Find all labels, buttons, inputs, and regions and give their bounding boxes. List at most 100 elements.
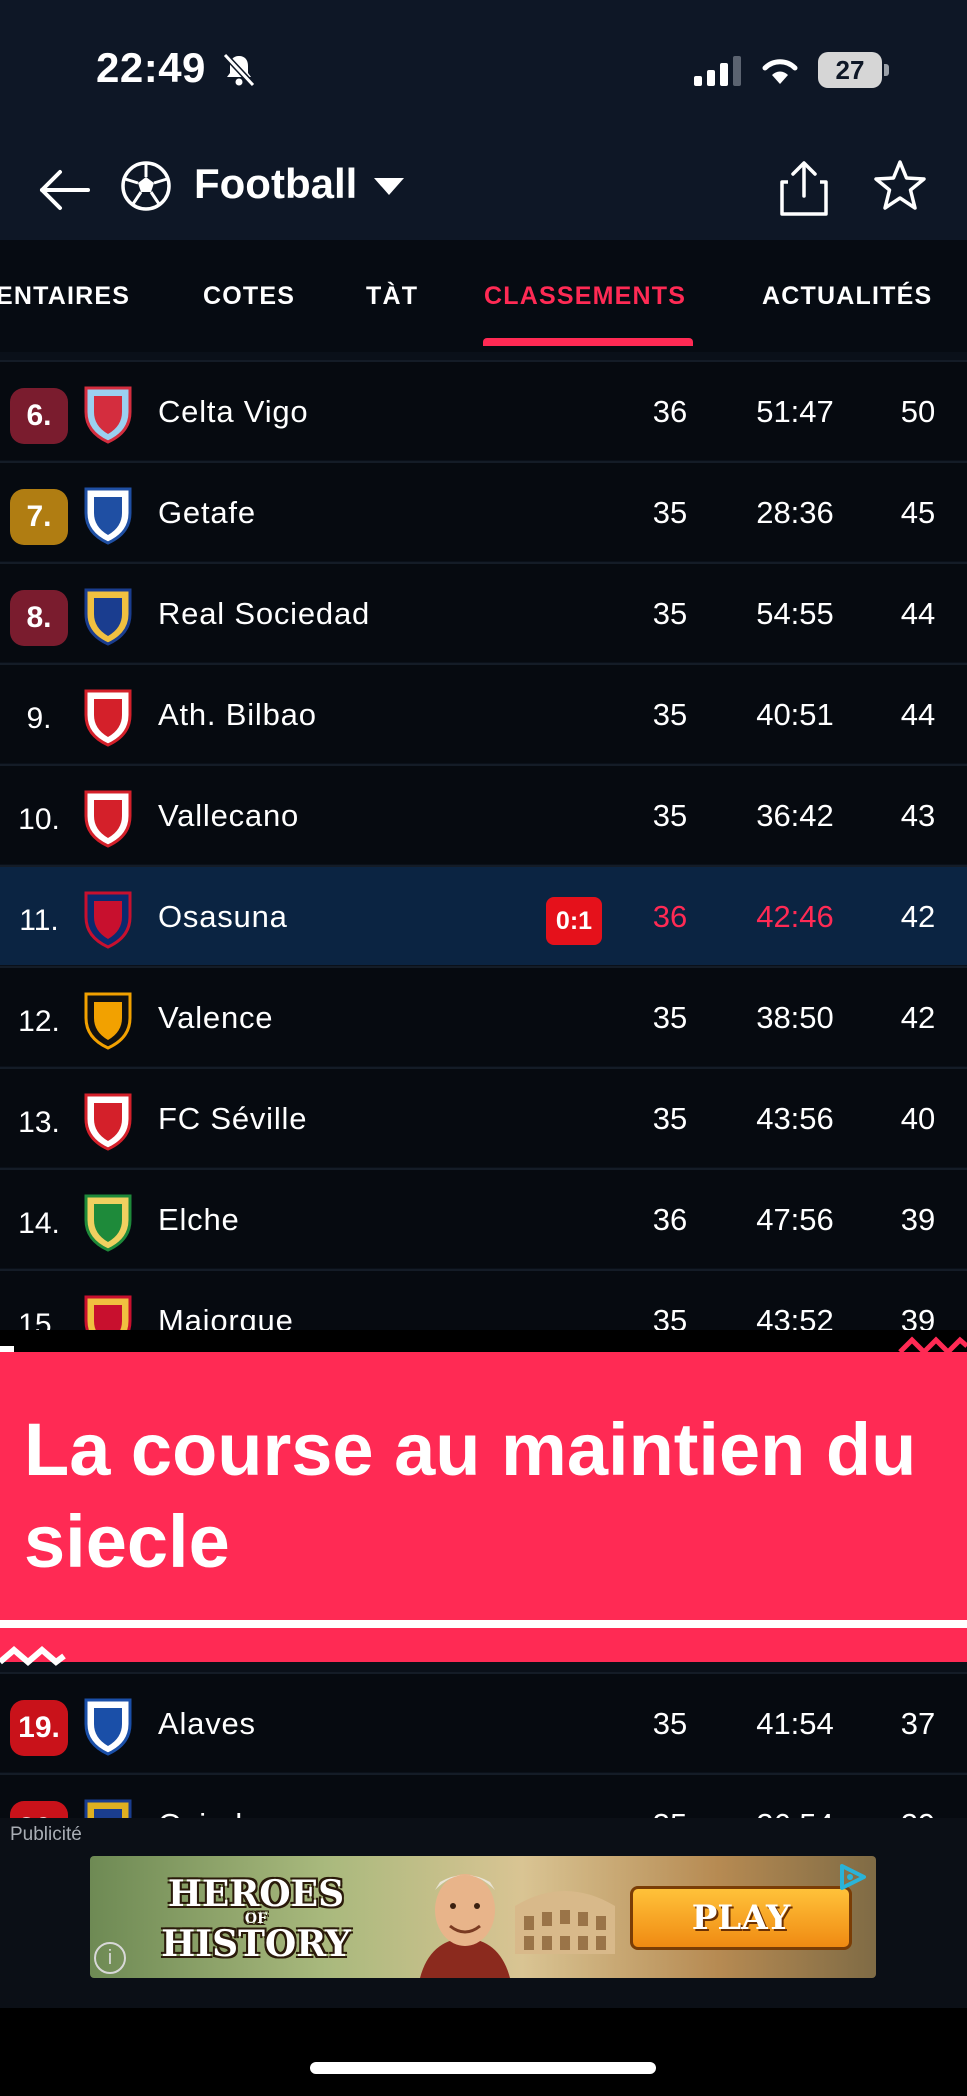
rank-badge: 19. [10, 1700, 68, 1756]
rank-badge: 13. [18, 1106, 60, 1139]
banner-zigzag [0, 1646, 66, 1666]
matches-played: 35 [652, 798, 688, 833]
standings-row[interactable]: 8. Real Sociedad 35 54:55 44 [0, 562, 967, 662]
standings-row[interactable]: 14. Elche 36 47:56 39 [0, 1168, 967, 1268]
goal-difference: 43:56 [756, 1101, 834, 1136]
tab-bar: ENTAIRES COTES TÀT CLASSEMENTS ACTUALITÉ… [0, 240, 967, 352]
matches-played: 35 [652, 596, 688, 631]
standings-row[interactable]: 13. FC Séville 35 43:56 40 [0, 1067, 967, 1167]
standings-row[interactable]: 19. Alaves 35 41:54 37 [0, 1672, 967, 1772]
points: 44 [900, 697, 936, 732]
back-button[interactable] [34, 162, 94, 218]
standings-row[interactable]: 10. Vallecano 35 36:42 43 [0, 764, 967, 864]
team-crest-icon [84, 891, 132, 949]
rank-badge: 12. [18, 1005, 60, 1038]
team-name: Ath. Bilbao [158, 697, 317, 732]
banner-divider [0, 1620, 967, 1628]
standings-row[interactable]: 11. Osasuna 0:1 36 42:46 42 [0, 865, 967, 965]
battery-level: 27 [835, 54, 865, 85]
team-name: Valence [158, 1000, 274, 1035]
banner-top-edge [0, 1330, 967, 1352]
rank-badge: 11. [19, 904, 59, 937]
team-name: Alaves [158, 1706, 256, 1741]
share-icon[interactable] [776, 158, 832, 218]
bottom-safe-area [0, 2008, 967, 2096]
team-crest-icon [84, 689, 132, 747]
standings-row[interactable]: 12. Valence 35 38:50 42 [0, 966, 967, 1066]
rank-badge: 14. [18, 1207, 60, 1240]
points: 39 [900, 1202, 936, 1237]
team-name: FC Séville [158, 1101, 308, 1136]
team-name: Vallecano [158, 798, 300, 833]
caption-banner: La course au maintien du siecle [0, 1352, 967, 1662]
team-crest-icon [84, 1194, 132, 1252]
chevron-down-icon[interactable] [374, 178, 404, 195]
tab-classements[interactable]: CLASSEMENTS [484, 282, 686, 311]
team-name: Celta Vigo [158, 394, 309, 429]
ad-title-line1: HEROES [167, 1873, 345, 1915]
points: 44 [900, 596, 936, 631]
home-indicator[interactable] [310, 2062, 656, 2074]
tab-commentaires[interactable]: ENTAIRES [0, 282, 130, 311]
bell-muted-icon [222, 52, 256, 88]
cellular-signal-icon [694, 56, 741, 86]
goal-difference: 51:47 [756, 394, 834, 429]
team-name: Osasuna [158, 899, 288, 934]
matches-played: 36 [652, 1202, 688, 1237]
matches-played: 36 [652, 899, 688, 934]
goal-difference: 28:36 [756, 495, 834, 530]
battery-indicator: 27 [818, 52, 882, 88]
adchoices-icon[interactable] [834, 1862, 870, 1892]
wifi-icon [762, 59, 798, 84]
points: 43 [900, 798, 936, 833]
battery-tip [884, 64, 889, 76]
star-icon[interactable] [872, 158, 928, 214]
points: 45 [900, 495, 936, 530]
standings-row[interactable]: 9. Ath. Bilbao 35 40:51 44 [0, 663, 967, 763]
info-icon[interactable]: i [94, 1942, 126, 1974]
soccer-ball-icon [121, 161, 171, 211]
points: 37 [900, 1706, 936, 1741]
ad-colosseum-illustration [515, 1891, 615, 1954]
goal-difference: 40:51 [756, 697, 834, 732]
matches-played: 35 [652, 697, 688, 732]
goal-difference: 38:50 [756, 1000, 834, 1035]
team-name: Real Sociedad [158, 596, 371, 631]
sport-selector-title[interactable]: Football [194, 160, 357, 208]
goal-difference: 47:56 [756, 1202, 834, 1237]
team-name: Getafe [158, 495, 256, 530]
live-score-badge[interactable]: 0:1 [546, 897, 602, 945]
active-tab-indicator [483, 338, 693, 346]
status-time: 22:49 [96, 44, 206, 91]
team-crest-icon [84, 1093, 132, 1151]
ad-game-title: HEROES OF HISTORY [156, 1876, 356, 1962]
tab-actualites[interactable]: ACTUALITÉS [762, 282, 932, 311]
ad-banner[interactable]: HEROES OF HISTORY PLAY i [90, 1856, 876, 1978]
status-bar: 22:49 27 [0, 0, 967, 140]
rank-badge: 7. [10, 489, 68, 545]
matches-played: 35 [652, 1000, 688, 1035]
rank-badge: 6. [10, 388, 68, 444]
goal-difference: 54:55 [756, 596, 834, 631]
rank-badge: 9. [26, 702, 52, 735]
goal-difference: 42:46 [756, 899, 834, 934]
standings-row[interactable]: 6. Celta Vigo 36 51:47 50 [0, 360, 967, 460]
team-crest-icon [84, 386, 132, 444]
points: 50 [900, 394, 936, 429]
goal-difference: 41:54 [756, 1706, 834, 1741]
standings-row[interactable]: 7. Getafe 35 28:36 45 [0, 461, 967, 561]
ad-container: Publicité HEROES OF HISTORY PLAY i [0, 1818, 967, 2008]
rank-badge: 10. [18, 803, 60, 836]
matches-played: 35 [652, 495, 688, 530]
tab-etat[interactable]: TÀT [366, 282, 418, 311]
app-header: Football [0, 140, 967, 240]
ad-label: Publicité [10, 1824, 82, 1845]
points: 42 [900, 899, 936, 934]
team-crest-icon [84, 992, 132, 1050]
ad-title-line2: HISTORY [161, 1923, 351, 1965]
rank-badge: 8. [10, 590, 68, 646]
team-crest-icon [84, 487, 132, 545]
tab-cotes[interactable]: COTES [203, 282, 295, 311]
team-name: Elche [158, 1202, 240, 1237]
ad-play-button[interactable]: PLAY [630, 1886, 852, 1950]
